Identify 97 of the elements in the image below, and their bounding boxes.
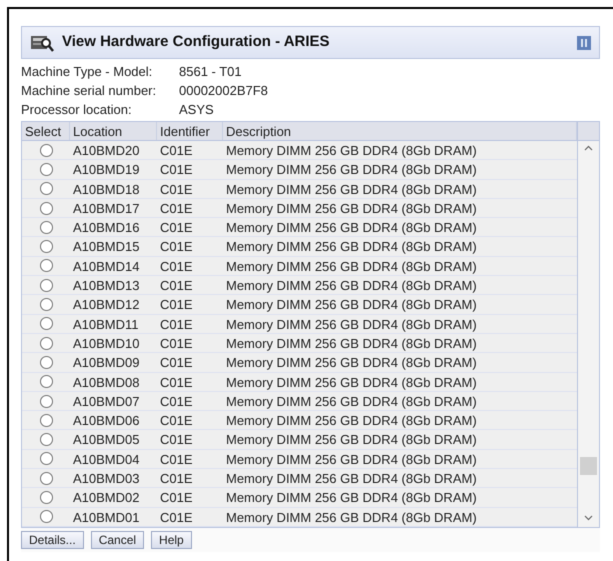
table-cell-text: C01E [159, 258, 194, 276]
table-cell-text: A10BMD18 [72, 180, 140, 198]
table-cell-text: Memory DIMM 256 GB DDR4 (8Gb DRAM) [225, 431, 478, 449]
table-cell-text: C01E [159, 277, 194, 294]
table-cell-text: Memory DIMM 256 GB DDR4 (8Gb DRAM) [225, 180, 478, 198]
radio-button[interactable] [40, 490, 52, 504]
radio-button[interactable] [40, 317, 52, 330]
table-cell-text: A10BMD17 [72, 200, 140, 218]
radio-button[interactable] [40, 240, 52, 254]
table-cell-text: A10BMD04 [72, 450, 140, 468]
radio-button[interactable] [40, 278, 52, 292]
radio-button[interactable] [40, 182, 52, 196]
radio-button[interactable] [40, 433, 52, 446]
table-cell-text: C01E [159, 142, 194, 160]
table-cell-text: Memory DIMM 256 GB DDR4 (8Gb DRAM) [225, 489, 478, 507]
table-cell-text: Memory DIMM 256 GB DDR4 (8Gb DRAM) [225, 296, 478, 314]
info-value: ASYS [179, 101, 214, 119]
radio-button[interactable] [40, 510, 52, 524]
table-cell-text: A10BMD07 [72, 392, 140, 410]
scrollbar[interactable] [577, 122, 599, 527]
scroll-up-icon[interactable] [584, 145, 593, 151]
window-title: View Hardware Configuration - ARIES [62, 32, 331, 52]
table-cell-text: Memory DIMM 256 GB DDR4 (8Gb DRAM) [225, 508, 478, 526]
table-cell-text: C01E [159, 508, 194, 526]
table-cell-text: A10BMD08 [72, 374, 140, 391]
info-value: 00002002B7F8 [179, 82, 268, 100]
radio-button[interactable] [40, 356, 52, 369]
table-cell-text: A10BMD09 [72, 354, 140, 372]
table-cell-text: A10BMD13 [72, 277, 140, 294]
dialog-button[interactable]: Help [151, 530, 192, 549]
table-cell-text: C01E [159, 374, 194, 391]
table-cell-text: A10BMD11 [72, 316, 140, 333]
table-cell-text: A10BMD03 [72, 470, 140, 488]
table-cell-text: Memory DIMM 256 GB DDR4 (8Gb DRAM) [225, 161, 478, 179]
dialog-button[interactable]: Cancel [90, 530, 144, 549]
table-cell-text: C01E [159, 180, 194, 198]
column-header[interactable]: Select [22, 122, 70, 140]
radio-button[interactable] [40, 336, 52, 350]
radio-button[interactable] [40, 472, 52, 485]
table-cell-text: Memory DIMM 256 GB DDR4 (8Gb DRAM) [225, 374, 478, 391]
radio-button[interactable] [40, 394, 52, 408]
table-cell-text: Memory DIMM 256 GB DDR4 (8Gb DRAM) [225, 142, 478, 160]
table-cell-text: Memory DIMM 256 GB DDR4 (8Gb DRAM) [225, 200, 478, 218]
info-label: Machine serial number: [21, 82, 158, 100]
table-cell-text: C01E [159, 489, 194, 507]
column-header[interactable]: Identifier [157, 122, 223, 140]
table-cell-text: C01E [159, 296, 194, 314]
table-cell-text: Memory DIMM 256 GB DDR4 (8Gb DRAM) [225, 450, 478, 468]
table-cell-text: C01E [159, 219, 194, 236]
column-header[interactable]: Location [70, 122, 157, 140]
table-cell-text: A10BMD16 [72, 219, 140, 236]
table-cell-text: A10BMD14 [72, 258, 140, 276]
table-cell-text: Memory DIMM 256 GB DDR4 (8Gb DRAM) [225, 316, 478, 333]
table-cell-text: A10BMD20 [72, 142, 140, 160]
table-cell-text: Memory DIMM 256 GB DDR4 (8Gb DRAM) [225, 470, 478, 488]
radio-button[interactable] [40, 220, 52, 234]
radio-button[interactable] [40, 144, 52, 157]
dialog-button[interactable]: Details... [21, 530, 84, 549]
table-cell-text: Memory DIMM 256 GB DDR4 (8Gb DRAM) [225, 277, 478, 294]
table-cell-text: A10BMD06 [72, 412, 140, 430]
table-cell-text: C01E [159, 161, 194, 179]
table-cell-text: C01E [159, 470, 194, 488]
table-cell-text: Memory DIMM 256 GB DDR4 (8Gb DRAM) [225, 354, 478, 372]
table-cell-text: C01E [159, 334, 194, 352]
info-value: 8561 - T01 [179, 63, 242, 81]
table-cell-text: C01E [159, 354, 194, 372]
table-cell-text: C01E [159, 450, 194, 468]
table-cell-text: A10BMD01 [72, 508, 140, 526]
table-cell-text: Memory DIMM 256 GB DDR4 (8Gb DRAM) [225, 238, 478, 256]
table-cell-text: Memory DIMM 256 GB DDR4 (8Gb DRAM) [225, 412, 478, 430]
table-cell-text: C01E [159, 412, 194, 430]
table-cell-text: C01E [159, 316, 194, 333]
scroll-down-icon[interactable] [584, 514, 593, 521]
info-label: Machine Type - Model: [21, 63, 154, 81]
table-cell-text: A10BMD02 [72, 489, 140, 507]
table-cell-text: A10BMD05 [72, 431, 140, 449]
info-label: Processor location: [21, 101, 133, 119]
radio-button[interactable] [40, 375, 52, 388]
table-cell-text: C01E [159, 392, 194, 410]
radio-button[interactable] [40, 259, 52, 272]
table-cell-text: C01E [159, 238, 194, 256]
radio-button[interactable] [40, 298, 52, 312]
table-cell-text: A10BMD15 [72, 238, 140, 256]
scrollbar-thumb[interactable] [580, 456, 597, 475]
table-cell-text: C01E [159, 200, 194, 218]
table-cell-text: Memory DIMM 256 GB DDR4 (8Gb DRAM) [225, 334, 478, 352]
table-cell-text: Memory DIMM 256 GB DDR4 (8Gb DRAM) [225, 258, 478, 276]
radio-button[interactable] [40, 162, 52, 176]
table-cell-text: Memory DIMM 256 GB DDR4 (8Gb DRAM) [225, 392, 478, 410]
table-cell-text: C01E [159, 431, 194, 449]
table-cell-text: A10BMD12 [72, 296, 140, 314]
table-cell-text: Memory DIMM 256 GB DDR4 (8Gb DRAM) [225, 219, 478, 236]
table-cell-text: A10BMD19 [72, 161, 140, 179]
radio-button[interactable] [40, 202, 52, 215]
radio-button[interactable] [40, 414, 52, 427]
radio-button[interactable] [40, 452, 52, 466]
table-cell-text: A10BMD10 [72, 334, 140, 352]
